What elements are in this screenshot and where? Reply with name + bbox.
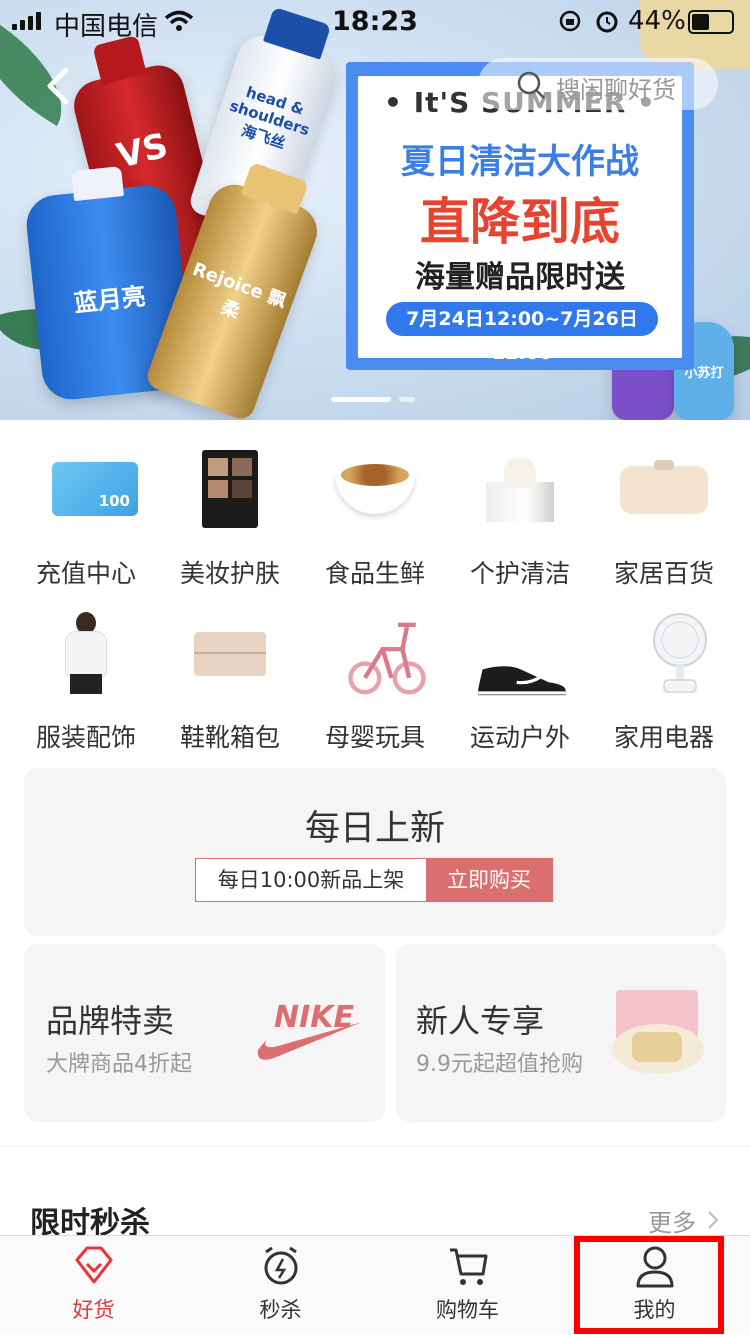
- search-placeholder: 搜闲聊好货: [556, 76, 676, 104]
- promo-subtitle: 夏日清洁大作战: [401, 142, 639, 182]
- newcomer-card[interactable]: 新人专享 9.9元起超值抢购: [396, 944, 726, 1122]
- food-bowl-icon: [335, 464, 415, 516]
- category-label: 个护清洁: [469, 559, 570, 588]
- daily-new-badge: 每日10:00新品上架 立即购买: [195, 858, 553, 902]
- tab-goods[interactable]: 好货: [0, 1236, 187, 1335]
- category-label: 食品生鲜: [324, 559, 425, 588]
- category-clothing[interactable]: 服装配饰: [16, 612, 156, 762]
- category-label: 母婴玩具: [324, 723, 425, 752]
- tissue-box-icon: [486, 458, 554, 522]
- category-baby-toys[interactable]: 母婴玩具: [305, 612, 445, 762]
- category-sports[interactable]: 运动户外: [450, 612, 590, 762]
- carousel-dot-active[interactable]: [331, 397, 391, 402]
- electric-pot-icon: [620, 460, 708, 514]
- cart-icon: [450, 1248, 488, 1285]
- nike-logo-text: NIKE: [274, 1000, 355, 1035]
- recharge-card-icon: 100: [52, 462, 138, 516]
- tab-cart[interactable]: 购物车: [374, 1236, 561, 1335]
- promo-headline: 直降到底: [420, 193, 620, 251]
- sneaker-icon: [478, 666, 566, 696]
- battery-icon: [688, 10, 734, 34]
- battery-percentage: 44%: [628, 6, 686, 36]
- category-makeup[interactable]: 美妆护肤: [160, 448, 300, 598]
- newcomer-subtitle: 9.9元起超值抢购: [416, 1052, 583, 1077]
- chevron-right-icon: [708, 1211, 719, 1229]
- rotation-lock-icon: [559, 10, 581, 32]
- category-label: 家居百货: [613, 559, 714, 588]
- daily-new-subtitle: 每日10:00新品上架: [217, 868, 405, 892]
- buy-now-button[interactable]: 立即购买: [426, 859, 552, 901]
- tab-label: 好货: [72, 1298, 115, 1322]
- alarm-icon: [596, 11, 618, 33]
- search-icon: [517, 71, 545, 99]
- kids-bike-icon: [348, 622, 426, 695]
- highlight-box: [574, 1236, 724, 1334]
- snack-product-image: [612, 990, 706, 1076]
- category-recharge[interactable]: 100 充值中心: [16, 448, 156, 598]
- category-label: 美妆护肤: [179, 559, 280, 588]
- brand-sale-card[interactable]: 品牌特卖 大牌商品4折起 NIKE: [24, 944, 385, 1122]
- alarm-clock-icon: [264, 1246, 298, 1285]
- newcomer-title: 新人专享: [416, 1002, 545, 1040]
- back-arrow-icon[interactable]: [44, 66, 72, 106]
- category-label: 家用电器: [613, 723, 714, 752]
- brand-sale-subtitle: 大牌商品4折起: [46, 1052, 192, 1077]
- brand-sale-title: 品牌特卖: [46, 1002, 175, 1040]
- desk-fan-icon: [653, 613, 707, 693]
- category-label: 鞋靴箱包: [179, 723, 280, 752]
- eyeshadow-palette-icon: [202, 450, 258, 528]
- daily-new-title: 每日上新: [304, 809, 445, 849]
- category-appliances[interactable]: 家用电器: [594, 612, 734, 762]
- category-personal-care[interactable]: 个护清洁: [450, 448, 590, 598]
- tab-flash-sale[interactable]: 秒杀: [187, 1236, 374, 1335]
- promo-gift-text: 海量赠品限时送: [415, 260, 625, 295]
- diamond-icon: [75, 1246, 113, 1284]
- category-label: 充值中心: [35, 559, 136, 588]
- category-home[interactable]: 家居百货: [594, 448, 734, 598]
- category-food[interactable]: 食品生鲜: [305, 448, 445, 598]
- category-label: 服装配饰: [35, 723, 136, 752]
- carousel-dot[interactable]: [399, 397, 415, 402]
- promo-date: 7月24日12:00~7月26日12:00: [386, 302, 658, 364]
- tab-label: 购物车: [436, 1298, 499, 1322]
- more-link[interactable]: 更多: [648, 1203, 696, 1238]
- tab-label: 秒杀: [259, 1298, 302, 1322]
- category-bags[interactable]: 鞋靴箱包: [160, 612, 300, 762]
- model-clothing-icon: [62, 612, 110, 694]
- handbag-icon: [194, 632, 266, 676]
- category-label: 运动户外: [469, 723, 570, 752]
- daily-new-card[interactable]: 每日上新 每日10:00新品上架 立即购买: [24, 768, 726, 936]
- section-divider: [0, 1146, 750, 1147]
